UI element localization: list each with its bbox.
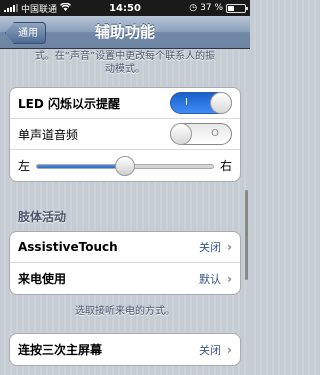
chevron-right-icon: › <box>227 271 232 286</box>
mono-audio-row: 单声道音频 O <box>10 119 240 150</box>
audio-balance-row: 左 右 <box>10 150 240 181</box>
balance-left-label: 左 <box>18 159 31 173</box>
triple-click-home-row[interactable]: 连按三次主屏幕 关闭 › <box>10 334 240 365</box>
battery-icon <box>226 3 248 13</box>
top-footnote: 式。在“声音”设置中更改每个联系人的振 动模式。 <box>0 50 250 76</box>
chevron-right-icon: › <box>227 240 232 254</box>
toggle-off-glyph: O <box>211 128 219 139</box>
home-click-group: 连按三次主屏幕 关闭 › <box>9 333 241 366</box>
alarm-icon: ◷ <box>189 3 198 13</box>
signal-strength-icon <box>4 4 18 12</box>
mono-audio-toggle[interactable]: O <box>170 123 232 145</box>
led-flash-toggle[interactable]: I <box>170 92 232 114</box>
page-title: 辅助功能 <box>94 23 155 41</box>
battery-percent: 37 % <box>200 3 223 13</box>
physical-settings-group: AssistiveTouch 关闭 › 来电使用 默认 › <box>9 231 241 295</box>
physical-item-value: 关闭 <box>199 241 222 254</box>
top-footnote-line1: 式。在“声音”设置中更改每个联系人的振 <box>34 51 216 62</box>
physical-item-value: 默认 <box>199 272 222 286</box>
slider-thumb[interactable] <box>115 155 135 176</box>
toggle-knob <box>170 123 192 145</box>
balance-right-label: 右 <box>219 159 232 173</box>
toggle-on-glyph: I <box>185 97 188 108</box>
physical-item-row[interactable]: 来电使用 默认 › <box>10 263 240 294</box>
slider-fill <box>37 164 125 168</box>
triple-click-home-label: 连按三次主屏幕 <box>18 343 103 357</box>
status-bar-right: ◷ 37 % <box>189 3 248 13</box>
chevron-right-icon: › <box>227 342 232 357</box>
toggle-knob <box>210 92 232 114</box>
hearing-settings-group: LED 闪烁以示提醒 I 单声道音频 O 左 右 <box>9 87 241 182</box>
led-flash-label: LED 闪烁以示提醒 <box>18 96 120 111</box>
carrier-name: 中国联通 <box>21 4 58 15</box>
top-footnote-line2: 动模式。 <box>105 64 145 75</box>
triple-click-home-value: 关闭 <box>199 343 222 357</box>
mono-audio-label: 单声道音频 <box>18 127 79 142</box>
status-bar-left: 中国联通 <box>4 2 189 15</box>
physical-item-label: 来电使用 <box>18 272 67 286</box>
physical-item-row[interactable]: AssistiveTouch 关闭 › <box>10 232 240 263</box>
navigation-bar: 通用 辅助功能 <box>0 16 250 49</box>
wifi-icon <box>60 2 72 14</box>
audio-balance-slider[interactable] <box>36 155 214 177</box>
physical-footnote: 选取接听来电的方式。 <box>75 306 175 317</box>
status-bar: 中国联通 14:50 ◷ 37 % <box>0 0 250 16</box>
physical-section-header: 肢体活动 <box>18 210 67 224</box>
physical-item-label: AssistiveTouch <box>18 240 118 254</box>
scrollbar[interactable] <box>245 190 248 280</box>
led-flash-row: LED 闪烁以示提醒 I <box>10 88 240 119</box>
